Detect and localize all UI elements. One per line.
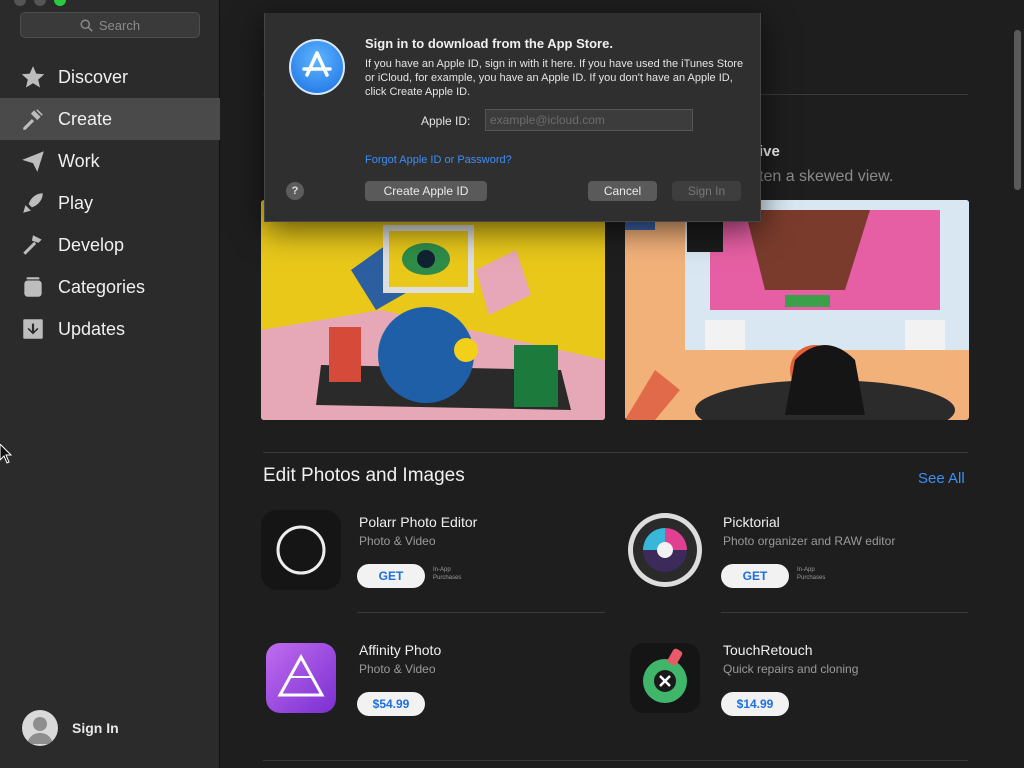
apple-id-label: Apple ID: bbox=[421, 114, 471, 128]
create-apple-id-button[interactable]: Create Apple ID bbox=[365, 181, 487, 201]
sign-in-dialog: Sign in to download from the App Store. … bbox=[264, 13, 761, 222]
divider bbox=[263, 760, 968, 761]
rocket-icon bbox=[23, 193, 43, 213]
see-all-link[interactable]: See All bbox=[918, 470, 965, 487]
app-store-logo bbox=[302, 51, 332, 77]
sidebar-item-label: Play bbox=[58, 192, 94, 213]
sidebar-item-updates[interactable]: Updates bbox=[0, 308, 220, 350]
app-name: Picktorial bbox=[723, 514, 780, 530]
search-placeholder: Search bbox=[98, 17, 141, 33]
eraser-icon bbox=[643, 648, 687, 703]
sidebar-item-label: Create bbox=[58, 108, 113, 129]
sidebar-item-label: Updates bbox=[58, 318, 126, 339]
story-artwork-right[interactable] bbox=[625, 200, 969, 420]
sidebar-item-label: Work bbox=[58, 150, 100, 171]
minimize-window-button[interactable] bbox=[34, 0, 46, 6]
app-category: Photo & Video bbox=[359, 662, 436, 676]
help-button[interactable]: ? bbox=[286, 182, 304, 200]
section-title: Edit Photos and Images bbox=[263, 465, 465, 486]
price-button[interactable]: $14.99 bbox=[721, 692, 789, 716]
dialog-message: If you have an Apple ID, sign in with it… bbox=[365, 58, 744, 98]
dialog-title: Sign in to download from the App Store. bbox=[365, 36, 613, 51]
in-app-purchases-note: In-App Purchases bbox=[797, 567, 826, 581]
app-category: Photo & Video bbox=[359, 534, 436, 548]
sidebar-nav: Discover Create Work Play Develop Catego… bbox=[0, 56, 220, 350]
sidebar-item-discover[interactable]: Discover bbox=[0, 56, 220, 98]
story-artwork-left[interactable] bbox=[261, 200, 605, 420]
search-icon bbox=[80, 18, 93, 32]
close-window-button[interactable] bbox=[14, 0, 26, 6]
mouse-pointer-icon bbox=[0, 444, 12, 464]
hammer-icon bbox=[23, 235, 42, 255]
avatar bbox=[22, 710, 58, 746]
picktorial-app-icon bbox=[625, 510, 705, 590]
app-name: TouchRetouch bbox=[723, 642, 813, 658]
forgot-password-link[interactable]: Forgot Apple ID or Password? bbox=[365, 154, 512, 166]
triangle-icon bbox=[277, 653, 325, 697]
touchretouch-app-icon bbox=[630, 643, 700, 713]
app-name: Polarr Photo Editor bbox=[359, 514, 478, 530]
story-title: ive bbox=[759, 143, 780, 160]
apple-id-field[interactable] bbox=[485, 109, 693, 131]
search-field[interactable]: Search bbox=[20, 12, 200, 38]
app-category: Photo organizer and RAW editor bbox=[723, 534, 896, 548]
lens-icon bbox=[628, 513, 702, 587]
window-controls bbox=[14, 0, 66, 6]
sidebar-item-categories[interactable]: Categories bbox=[0, 266, 220, 308]
sidebar-item-label: Develop bbox=[58, 234, 125, 255]
zoom-window-button[interactable] bbox=[54, 0, 66, 6]
app-card-touchretouch[interactable]: TouchRetouch Quick repairs and cloning $… bbox=[625, 638, 969, 728]
sidebar-item-label: Categories bbox=[58, 276, 146, 297]
get-button[interactable]: GET bbox=[721, 564, 789, 588]
polarr-app-icon bbox=[261, 510, 341, 590]
sign-in-button[interactable]: Sign In bbox=[672, 181, 741, 201]
in-app-purchases-note: In-App Purchases bbox=[433, 567, 462, 581]
price-button[interactable]: $54.99 bbox=[357, 692, 425, 716]
divider bbox=[263, 452, 968, 453]
abstract-sculpture-illustration bbox=[261, 200, 605, 420]
sidebar-item-label: Discover bbox=[58, 66, 129, 87]
paper-plane-icon bbox=[22, 151, 44, 172]
hammer-brush-icon bbox=[23, 109, 43, 130]
get-button[interactable]: GET bbox=[357, 564, 425, 588]
ring-icon bbox=[276, 525, 326, 575]
divider bbox=[357, 612, 605, 613]
sidebar-item-work[interactable]: Work bbox=[0, 140, 220, 182]
sidebar-item-play[interactable]: Play bbox=[0, 182, 220, 224]
star-icon bbox=[21, 66, 45, 88]
affinity-photo-app-icon bbox=[266, 643, 336, 713]
person-icon bbox=[27, 717, 53, 744]
app-card-picktorial[interactable]: Picktorial Photo organizer and RAW edito… bbox=[625, 510, 969, 600]
sidebar-sign-in[interactable]: Sign In bbox=[22, 710, 119, 746]
app-store-icon bbox=[289, 39, 345, 95]
sidebar-item-develop[interactable]: Develop bbox=[0, 224, 220, 266]
sidebar-item-create[interactable]: Create bbox=[0, 98, 220, 140]
app-name: Affinity Photo bbox=[359, 642, 442, 658]
scrollbar[interactable] bbox=[1014, 30, 1021, 190]
sidebar: Search Discover Create Work Play Develop… bbox=[0, 0, 220, 768]
stack-icon bbox=[24, 277, 42, 297]
story-subtitle: ten a skewed view. bbox=[759, 168, 894, 185]
app-card-polarr[interactable]: Polarr Photo Editor Photo & Video GET In… bbox=[261, 510, 605, 600]
download-icon bbox=[23, 319, 43, 339]
cancel-button[interactable]: Cancel bbox=[588, 181, 657, 201]
app-category: Quick repairs and cloning bbox=[723, 662, 859, 676]
sign-in-label: Sign In bbox=[72, 720, 119, 736]
app-card-affinity-photo[interactable]: Affinity Photo Photo & Video $54.99 bbox=[261, 638, 605, 728]
divider bbox=[721, 612, 968, 613]
skewed-view-illustration bbox=[625, 200, 969, 420]
